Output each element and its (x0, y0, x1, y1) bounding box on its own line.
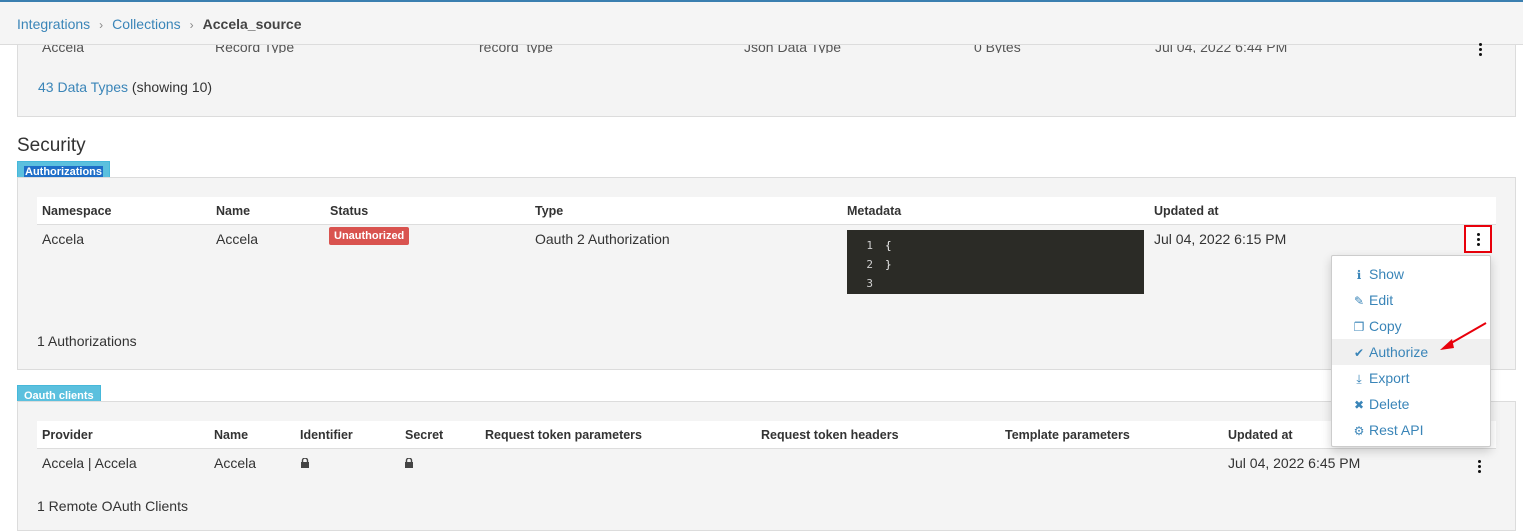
table-row: Accela | Accela Accela Jul 04, 2022 6:45… (37, 449, 1496, 481)
times-icon: ✖ (1353, 398, 1365, 412)
col-request-token-parameters: Request token parameters (485, 428, 643, 442)
cell-updated: Jul 04, 2022 6:44 PM (1155, 45, 1288, 53)
col-updated-at: Updated at (1154, 204, 1219, 218)
status-badge: Unauthorized (329, 227, 410, 245)
provider-link[interactable]: Accela | Accela (42, 455, 137, 471)
metadata-code-block: 1{ 2} 3 (847, 230, 1144, 294)
row-actions-button[interactable] (1464, 225, 1492, 253)
pencil-icon: ✎ (1353, 294, 1365, 308)
cell-name: Accela (214, 455, 257, 471)
cell-name: Record Type (215, 45, 295, 53)
row-actions-kebab-icon[interactable] (1479, 43, 1483, 57)
data-types-panel: Accela Record Type record_type Json Data… (17, 43, 1516, 117)
copy-icon: ❐ (1353, 320, 1365, 334)
breadcrumb-collections[interactable]: Collections (112, 16, 180, 32)
data-types-count: 43 Data Types (showing 10) (38, 79, 212, 95)
table-row: Accela Accela Unauthorized Oauth 2 Autho… (37, 225, 1496, 297)
cell-updated-at: Jul 04, 2022 6:15 PM (1154, 231, 1287, 247)
code-line: 2} (866, 258, 892, 271)
section-title-security: Security (17, 135, 86, 156)
menu-item-edit[interactable]: ✎ Edit (1332, 287, 1490, 313)
breadcrumb-separator-icon: › (189, 18, 194, 32)
lock-icon (405, 458, 413, 468)
lock-icon (301, 458, 309, 468)
download-icon: ⤓ (1356, 372, 1362, 386)
col-updated-at: Updated at (1228, 428, 1293, 442)
oauth-clients-table: Provider Name Identifier Secret Request … (37, 421, 1496, 481)
breadcrumb-integrations[interactable]: Integrations (17, 16, 90, 32)
col-template-parameters: Template parameters (1005, 428, 1130, 442)
data-types-count-link[interactable]: 43 Data Types (38, 79, 128, 95)
cell-name: Accela (216, 231, 259, 247)
annotation-arrow-icon (1440, 322, 1487, 350)
col-status: Status (330, 204, 369, 218)
breadcrumb-separator-icon: › (99, 18, 104, 32)
oauth-clients-count: 1 Remote OAuth Clients (37, 498, 188, 514)
col-type: Type (535, 204, 564, 218)
code-line: 1{ (866, 239, 892, 252)
data-types-count-suffix: (showing 10) (131, 79, 213, 95)
col-provider: Provider (42, 428, 93, 442)
table-header: Namespace Name Status Type Metadata Upda… (37, 197, 1496, 225)
authorizations-table: Namespace Name Status Type Metadata Upda… (37, 197, 1496, 297)
kebab-icon (1477, 233, 1481, 247)
col-name: Name (214, 428, 249, 442)
cog-icon: ⚙ (1353, 424, 1365, 438)
col-namespace: Namespace (42, 204, 112, 218)
table-header: Provider Name Identifier Secret Request … (37, 421, 1496, 449)
col-metadata: Metadata (847, 204, 902, 218)
col-secret: Secret (405, 428, 444, 442)
oauth-clients-panel: Provider Name Identifier Secret Request … (17, 401, 1516, 531)
menu-item-delete[interactable]: ✖ Delete (1332, 391, 1490, 417)
cell-updated-at: Jul 04, 2022 6:45 PM (1228, 455, 1361, 471)
col-identifier: Identifier (300, 428, 353, 442)
authorizations-count: 1 Authorizations (37, 333, 137, 349)
data-types-partial-row: Accela Record Type record_type Json Data… (18, 45, 1515, 53)
cell-namespace: Accela (42, 231, 85, 247)
row-actions-kebab-icon[interactable] (1478, 460, 1482, 474)
menu-item-rest-api[interactable]: ⚙ Rest API (1332, 417, 1490, 443)
cell-type: Json Data Type (744, 45, 842, 53)
authorizations-panel: Namespace Name Status Type Metadata Upda… (17, 177, 1516, 370)
col-request-token-headers: Request token headers (761, 428, 899, 442)
menu-item-show[interactable]: ℹ Show (1332, 261, 1490, 287)
cell-namespace: Accela (42, 45, 85, 53)
cell-identifier: record_type (479, 45, 553, 53)
info-circle-icon: ℹ (1356, 268, 1362, 282)
check-icon: ✔ (1353, 346, 1365, 360)
cell-type: Oauth 2 Authorization (535, 231, 670, 247)
col-name: Name (216, 204, 251, 218)
cell-size: 0 Bytes (974, 45, 1021, 53)
menu-item-export[interactable]: ⤓ Export (1332, 365, 1490, 391)
code-line: 3 (866, 277, 873, 290)
breadcrumb-current: Accela_source (202, 16, 302, 32)
breadcrumb: Integrations › Collections › Accela_source (0, 2, 1523, 45)
